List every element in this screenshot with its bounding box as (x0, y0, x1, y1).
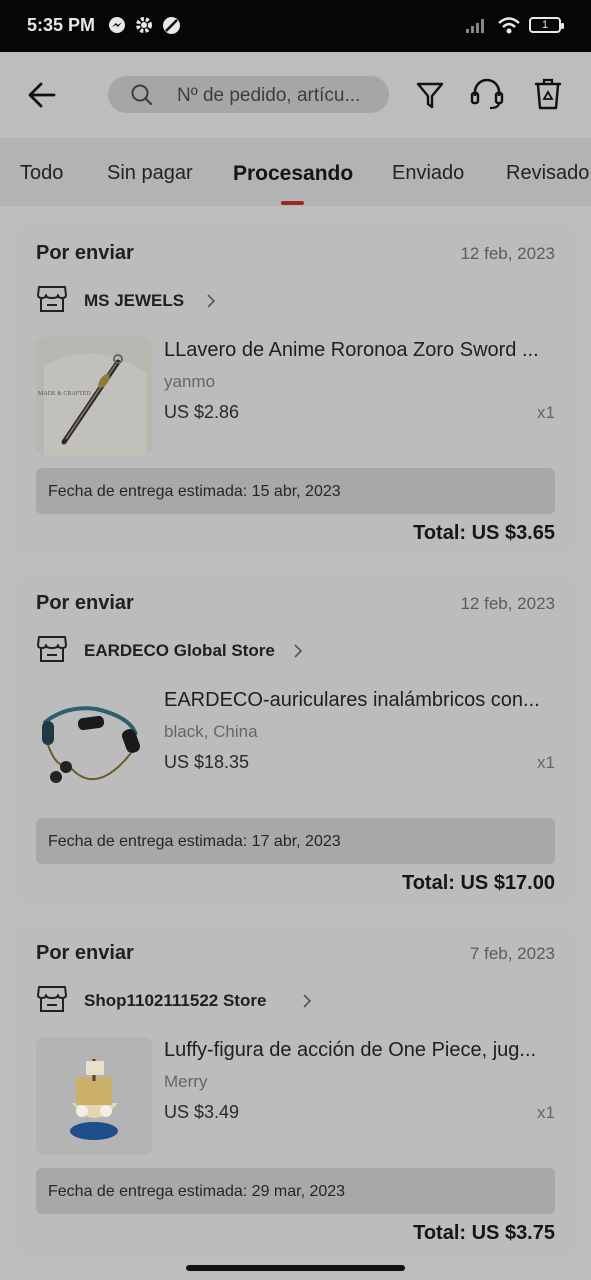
ship-figure-image (36, 1037, 152, 1155)
delivery-estimate-text: Fecha de entrega estimada: 15 abr, 2023 (48, 483, 341, 500)
chevron-right-icon (294, 644, 303, 658)
product-quantity: x1 (537, 1103, 555, 1122)
product-image[interactable] (36, 687, 152, 805)
neckband-earphones-image (36, 687, 152, 805)
headset-icon[interactable] (470, 78, 504, 110)
product-quantity: x1 (537, 753, 555, 772)
delivery-estimate: Fecha de entrega estimada: 29 mar, 2023 (36, 1168, 555, 1214)
home-indicator[interactable] (186, 1265, 405, 1271)
tab-procesando[interactable]: Procesando (233, 162, 353, 186)
store-link[interactable]: EARDECO Global Store (36, 633, 436, 667)
product-price: US $3.49 (164, 1102, 240, 1122)
wifi-icon (498, 17, 520, 34)
product-title[interactable]: EARDECO-auriculares inalámbricos con... (164, 689, 556, 712)
store-icon (37, 636, 67, 662)
tab-enviado[interactable]: Enviado (392, 162, 464, 185)
delivery-estimate-text: Fecha de entrega estimada: 29 mar, 2023 (48, 1183, 346, 1200)
active-tab-indicator (281, 201, 304, 205)
store-name: EARDECO Global Store (84, 641, 275, 660)
store-link[interactable]: Shop1102111522 Store (36, 983, 436, 1017)
order-card[interactable]: Por enviar 12 feb, 2023 MS JEWELS MADE &… (18, 225, 573, 556)
order-card[interactable]: Por enviar 12 feb, 2023 EARDECO Global S… (18, 575, 573, 906)
back-arrow-icon[interactable] (28, 82, 56, 108)
store-icon (37, 986, 67, 1012)
tab-sin-pagar[interactable]: Sin pagar (107, 162, 193, 185)
order-total: Total: US $3.75 (413, 1222, 555, 1244)
order-status: Por enviar (36, 242, 134, 264)
battery-icon: 1 (529, 17, 564, 33)
product-quantity: x1 (537, 403, 555, 422)
filter-icon[interactable] (415, 80, 445, 110)
order-date: 12 feb, 2023 (460, 244, 555, 263)
store-name: Shop1102111522 Store (84, 991, 267, 1010)
trash-icon[interactable] (533, 78, 563, 110)
product-price: US $2.86 (164, 402, 240, 422)
search-placeholder: Nº de pedido, artícu... (177, 85, 361, 106)
chevron-right-icon (303, 994, 312, 1008)
delivery-estimate-text: Fecha de entrega estimada: 17 abr, 2023 (48, 833, 341, 850)
tab-revisado[interactable]: Revisado (506, 162, 589, 185)
messenger-icon (109, 17, 125, 33)
status-bar: 5:35 PM 1 (0, 0, 591, 52)
product-title[interactable]: LLavero de Anime Roronoa Zoro Sword ... (164, 339, 556, 362)
svg-text:MADE & CRAFTED: MADE & CRAFTED (38, 391, 91, 397)
product-title[interactable]: Luffy-figura de acción de One Piece, jug… (164, 1039, 556, 1062)
search-input[interactable]: Nº de pedido, artícu... (108, 76, 389, 113)
product-price: US $18.35 (164, 752, 250, 772)
store-icon (37, 286, 67, 312)
order-date: 7 feb, 2023 (469, 944, 555, 963)
keychain-sword-image: MADE & CRAFTED (36, 337, 152, 455)
product-image[interactable] (36, 1037, 152, 1155)
store-link[interactable]: MS JEWELS (36, 283, 436, 317)
order-card[interactable]: Por enviar 7 feb, 2023 Shop1102111522 St… (18, 925, 573, 1256)
top-app-bar: Nº de pedido, artícu... (0, 52, 591, 138)
product-variant: black, China (164, 722, 258, 741)
store-name: MS JEWELS (84, 291, 185, 310)
chevron-right-icon (207, 294, 216, 308)
order-status: Por enviar (36, 592, 134, 614)
no-disturb-icon (163, 17, 180, 34)
order-status: Por enviar (36, 942, 134, 964)
signal-icon (466, 19, 484, 33)
status-time: 5:35 PM (27, 15, 96, 35)
order-tabs: Todo Sin pagar Procesando Enviado Revisa… (0, 138, 591, 206)
tab-todo[interactable]: Todo (20, 162, 63, 185)
settings-icon (136, 17, 152, 33)
delivery-estimate: Fecha de entrega estimada: 15 abr, 2023 (36, 468, 555, 514)
order-date: 12 feb, 2023 (460, 594, 555, 613)
delivery-estimate: Fecha de entrega estimada: 17 abr, 2023 (36, 818, 555, 864)
order-total: Total: US $17.00 (401, 872, 555, 894)
order-total: Total: US $3.65 (413, 522, 555, 544)
product-variant: Merry (164, 1072, 208, 1091)
product-variant: yanmo (164, 372, 216, 391)
search-icon (131, 84, 153, 106)
product-image[interactable]: MADE & CRAFTED (36, 337, 152, 455)
